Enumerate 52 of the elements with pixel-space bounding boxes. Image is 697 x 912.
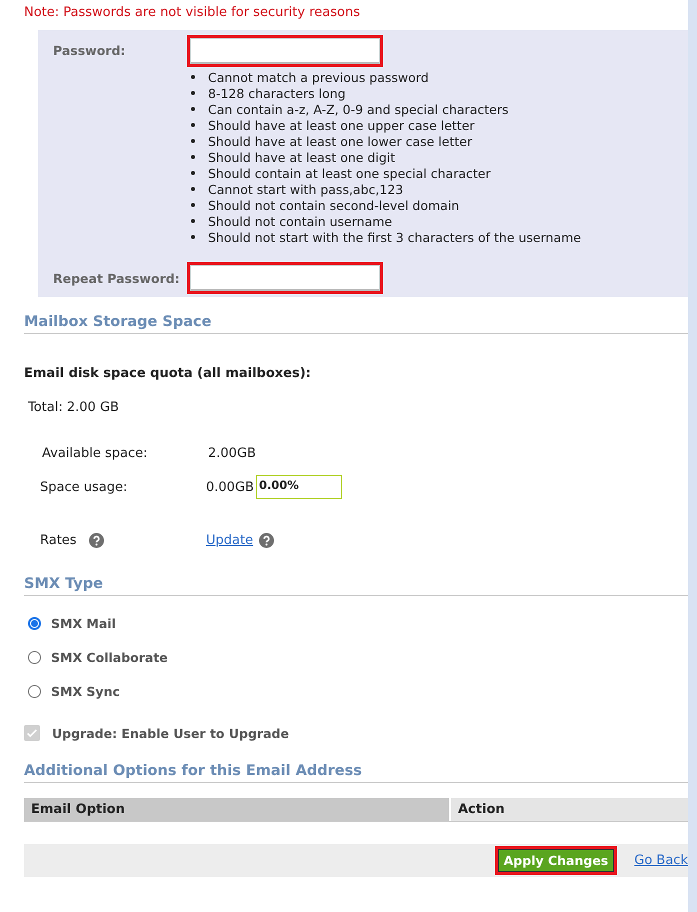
repeat-password-field[interactable] xyxy=(190,265,380,291)
rates-label: Rates xyxy=(40,533,77,548)
help-icon[interactable] xyxy=(88,533,104,548)
repeat-password-label: Repeat Password: xyxy=(53,270,181,286)
password-rule: Should have at least one lower case letter xyxy=(208,134,472,148)
go-back-link[interactable]: Go Back xyxy=(634,853,688,868)
bullet-icon xyxy=(191,75,195,79)
total-text: Total: 2.00 GB xyxy=(28,400,120,415)
bullet-icon xyxy=(191,139,195,143)
quota-label: Email disk space quota (all mailboxes): xyxy=(24,366,312,381)
radio-label[interactable]: SMX Collaborate xyxy=(51,650,168,664)
radio-button[interactable] xyxy=(28,684,41,698)
password-rule: Should have at least one digit xyxy=(208,150,396,164)
password-rule: Cannot match a previous password xyxy=(208,70,429,84)
password-rule: Should have at least one upper case letter xyxy=(208,118,475,132)
radio-label[interactable]: SMX Sync xyxy=(51,684,120,698)
password-rule: 8-128 characters long xyxy=(208,86,346,100)
radio-button[interactable] xyxy=(28,650,41,664)
bullet-icon xyxy=(191,171,195,175)
radio-button[interactable] xyxy=(28,616,41,630)
bullet-icon xyxy=(191,123,195,127)
available-value: 2.00GB xyxy=(208,446,256,461)
password-field[interactable] xyxy=(190,38,380,64)
checkbox-label: Upgrade: Enable User to Upgrade xyxy=(52,726,289,740)
bullet-icon xyxy=(191,107,195,111)
password-rule: Should contain at least one special character xyxy=(208,166,491,180)
scrollbar[interactable] xyxy=(688,0,697,912)
password-rule: Should not start with the first 3 characters of the username xyxy=(208,230,581,244)
bullet-icon xyxy=(191,187,195,191)
section-heading: Additional Options for this Email Address xyxy=(24,741,688,783)
bullet-icon xyxy=(191,235,195,239)
column-header: Action xyxy=(451,798,688,821)
password-rule: Cannot start with pass,abc,123 xyxy=(208,182,404,196)
bullet-icon xyxy=(191,219,195,223)
section-heading: SMX Type xyxy=(24,548,688,596)
update-link[interactable]: Update xyxy=(206,533,254,548)
security-note: Note: Passwords are not visible for security reasons xyxy=(24,4,361,22)
usage-label: Space usage: xyxy=(39,480,128,494)
bullet-icon xyxy=(191,155,195,159)
bullet-icon xyxy=(191,203,195,207)
column-header: Email Option xyxy=(24,798,449,821)
section-heading: Mailbox Storage Space xyxy=(24,297,688,334)
password-rule: Should not contain second-level domain xyxy=(208,198,460,212)
password-rule: Can contain a-z, A-Z, 0-9 and special characters xyxy=(208,102,508,116)
help-icon[interactable] xyxy=(259,533,274,548)
password-rule: Should not contain username xyxy=(208,214,392,228)
radio-label[interactable]: SMX Mail xyxy=(51,616,116,630)
usage-percent: 0.00% xyxy=(258,477,299,492)
available-label: Available space: xyxy=(41,446,148,461)
password-label: Password: xyxy=(53,42,126,60)
usage-value: 0.00GB xyxy=(206,480,254,494)
bullet-icon xyxy=(191,91,195,95)
